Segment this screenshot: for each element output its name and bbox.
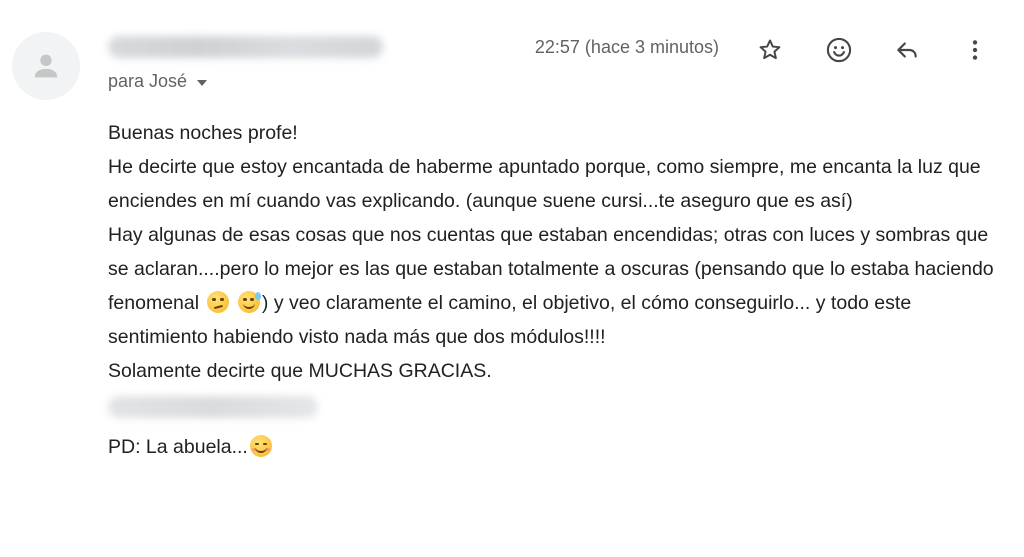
sender-name-redacted bbox=[108, 36, 383, 58]
signature-redacted bbox=[108, 396, 318, 418]
closing-text: Solamente decirte que MUCHAS GRACIAS. bbox=[108, 360, 492, 382]
email-message: para José 22:57 (hace 3 minutos) Buenas … bbox=[0, 0, 1024, 557]
recipient-line[interactable]: para José bbox=[108, 71, 208, 92]
sender-avatar[interactable] bbox=[12, 32, 80, 100]
postscript-label: PD: La abuela... bbox=[108, 436, 248, 458]
smiling-blush-emoji-icon bbox=[249, 435, 272, 457]
body-paragraph-1: He decirte que estoy encantada de haberm… bbox=[108, 156, 981, 212]
person-icon bbox=[34, 54, 58, 78]
reply-icon[interactable] bbox=[890, 33, 924, 67]
smirking-face-emoji-icon bbox=[206, 291, 229, 313]
dropdown-caret-icon[interactable] bbox=[197, 79, 208, 86]
message-body: Buenas noches profe! He decirte que esto… bbox=[108, 116, 1003, 464]
greeting-text: Buenas noches profe! bbox=[108, 122, 298, 144]
body-paragraph-2: Hay algunas de esas cosas que nos cuenta… bbox=[108, 218, 1003, 354]
more-vert-icon[interactable] bbox=[958, 33, 992, 67]
postscript-text: PD: La abuela... bbox=[108, 430, 1003, 464]
recipient-text: para José bbox=[108, 71, 188, 91]
timestamp: 22:57 (hace 3 minutos) bbox=[534, 37, 719, 57]
grinning-sweat-emoji-icon bbox=[237, 291, 261, 313]
star-icon[interactable] bbox=[753, 33, 787, 67]
emoji-reaction-icon[interactable] bbox=[822, 33, 856, 67]
